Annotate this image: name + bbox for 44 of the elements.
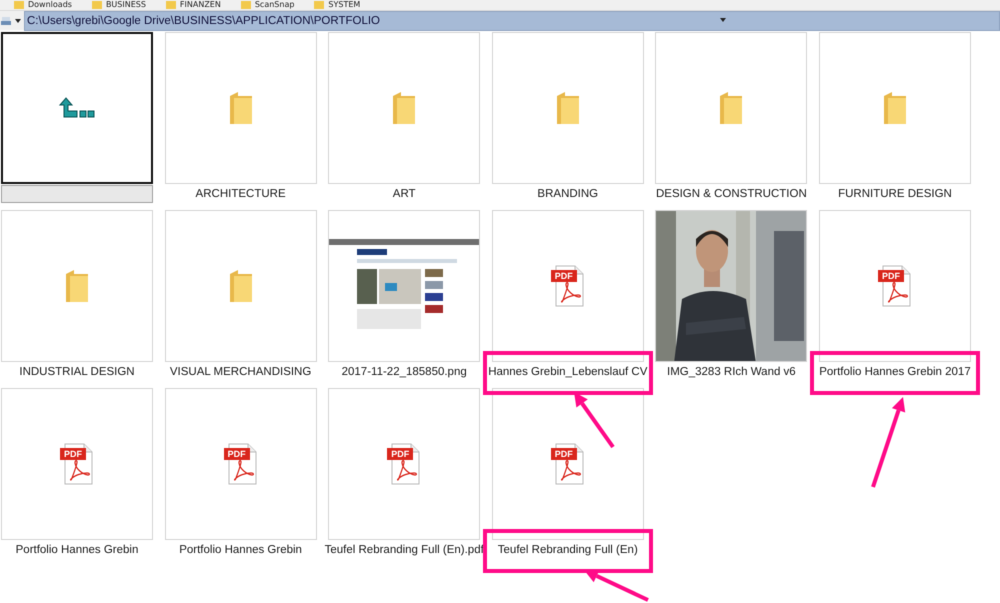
file-tile[interactable]: PDF	[328, 388, 480, 540]
file-tile[interactable]: PDF	[492, 210, 644, 362]
file-tile[interactable]: PDF	[818, 210, 971, 362]
file-name: ART	[392, 188, 416, 200]
file-name: Teufel Rebranding Full (En)	[498, 544, 638, 556]
caret-icon[interactable]	[15, 18, 21, 22]
folder-icon	[554, 90, 581, 126]
folder-icon	[240, 1, 251, 9]
file-name: Hannes Grebin_Lebenslauf CV	[488, 366, 648, 378]
folder-icon	[92, 1, 102, 9]
file-name: INDUSTRIAL DESIGN	[19, 366, 135, 378]
folder-icon	[64, 268, 90, 304]
file-tile[interactable]: PDF	[164, 388, 317, 540]
bookmark-link[interactable]: FINANZEN	[180, 0, 221, 10]
file-name: Teufel Rebranding Full (En).pdf	[324, 544, 484, 556]
folder-icon	[314, 1, 324, 9]
bookmark-link[interactable]: Downloads	[28, 0, 72, 10]
folder-icon	[882, 90, 908, 126]
up-folder-icon	[59, 97, 95, 119]
folder-icon	[391, 90, 418, 126]
bookmark-link[interactable]: BUSINESS	[106, 0, 146, 10]
file-name: BRANDING	[537, 188, 598, 200]
folder-icon	[14, 1, 24, 9]
file-name: DESIGN & CONSTRUCTION	[656, 188, 807, 200]
name-field[interactable]	[1, 185, 153, 203]
file-name: FURNITURE DESIGN	[838, 188, 952, 200]
folder-icon	[228, 90, 254, 126]
file-name: Portfolio Hannes Grebin	[16, 544, 138, 556]
bookmark-link[interactable]: ScanSnap	[254, 0, 294, 10]
file-tile[interactable]: PDF	[492, 388, 644, 540]
path-field[interactable]: C:\Users\grebi\Google Drive\BUSINESS\APPLICATION\PORTFOLIO	[24, 10, 1000, 30]
file-name: Portfolio Hannes Grebin 2017	[819, 366, 971, 378]
file-tile[interactable]	[1, 32, 153, 184]
file-tile[interactable]: PDF	[1, 388, 153, 540]
file-name: ARCHITECTURE	[196, 188, 286, 200]
folder-icon	[228, 268, 254, 304]
dropdown-caret-icon[interactable]	[720, 18, 726, 22]
file-name: IMG_3283 RIch Wand v6	[667, 366, 796, 378]
folder-icon	[718, 90, 744, 126]
file-name: VISUAL MERCHANDISING	[170, 366, 312, 378]
file-name: 2017-11-22_185850.png	[342, 366, 467, 378]
bookmark-link[interactable]: SYSTEM	[328, 0, 360, 10]
folder-icon	[166, 1, 176, 9]
file-name: Portfolio Hannes Grebin	[179, 544, 302, 556]
